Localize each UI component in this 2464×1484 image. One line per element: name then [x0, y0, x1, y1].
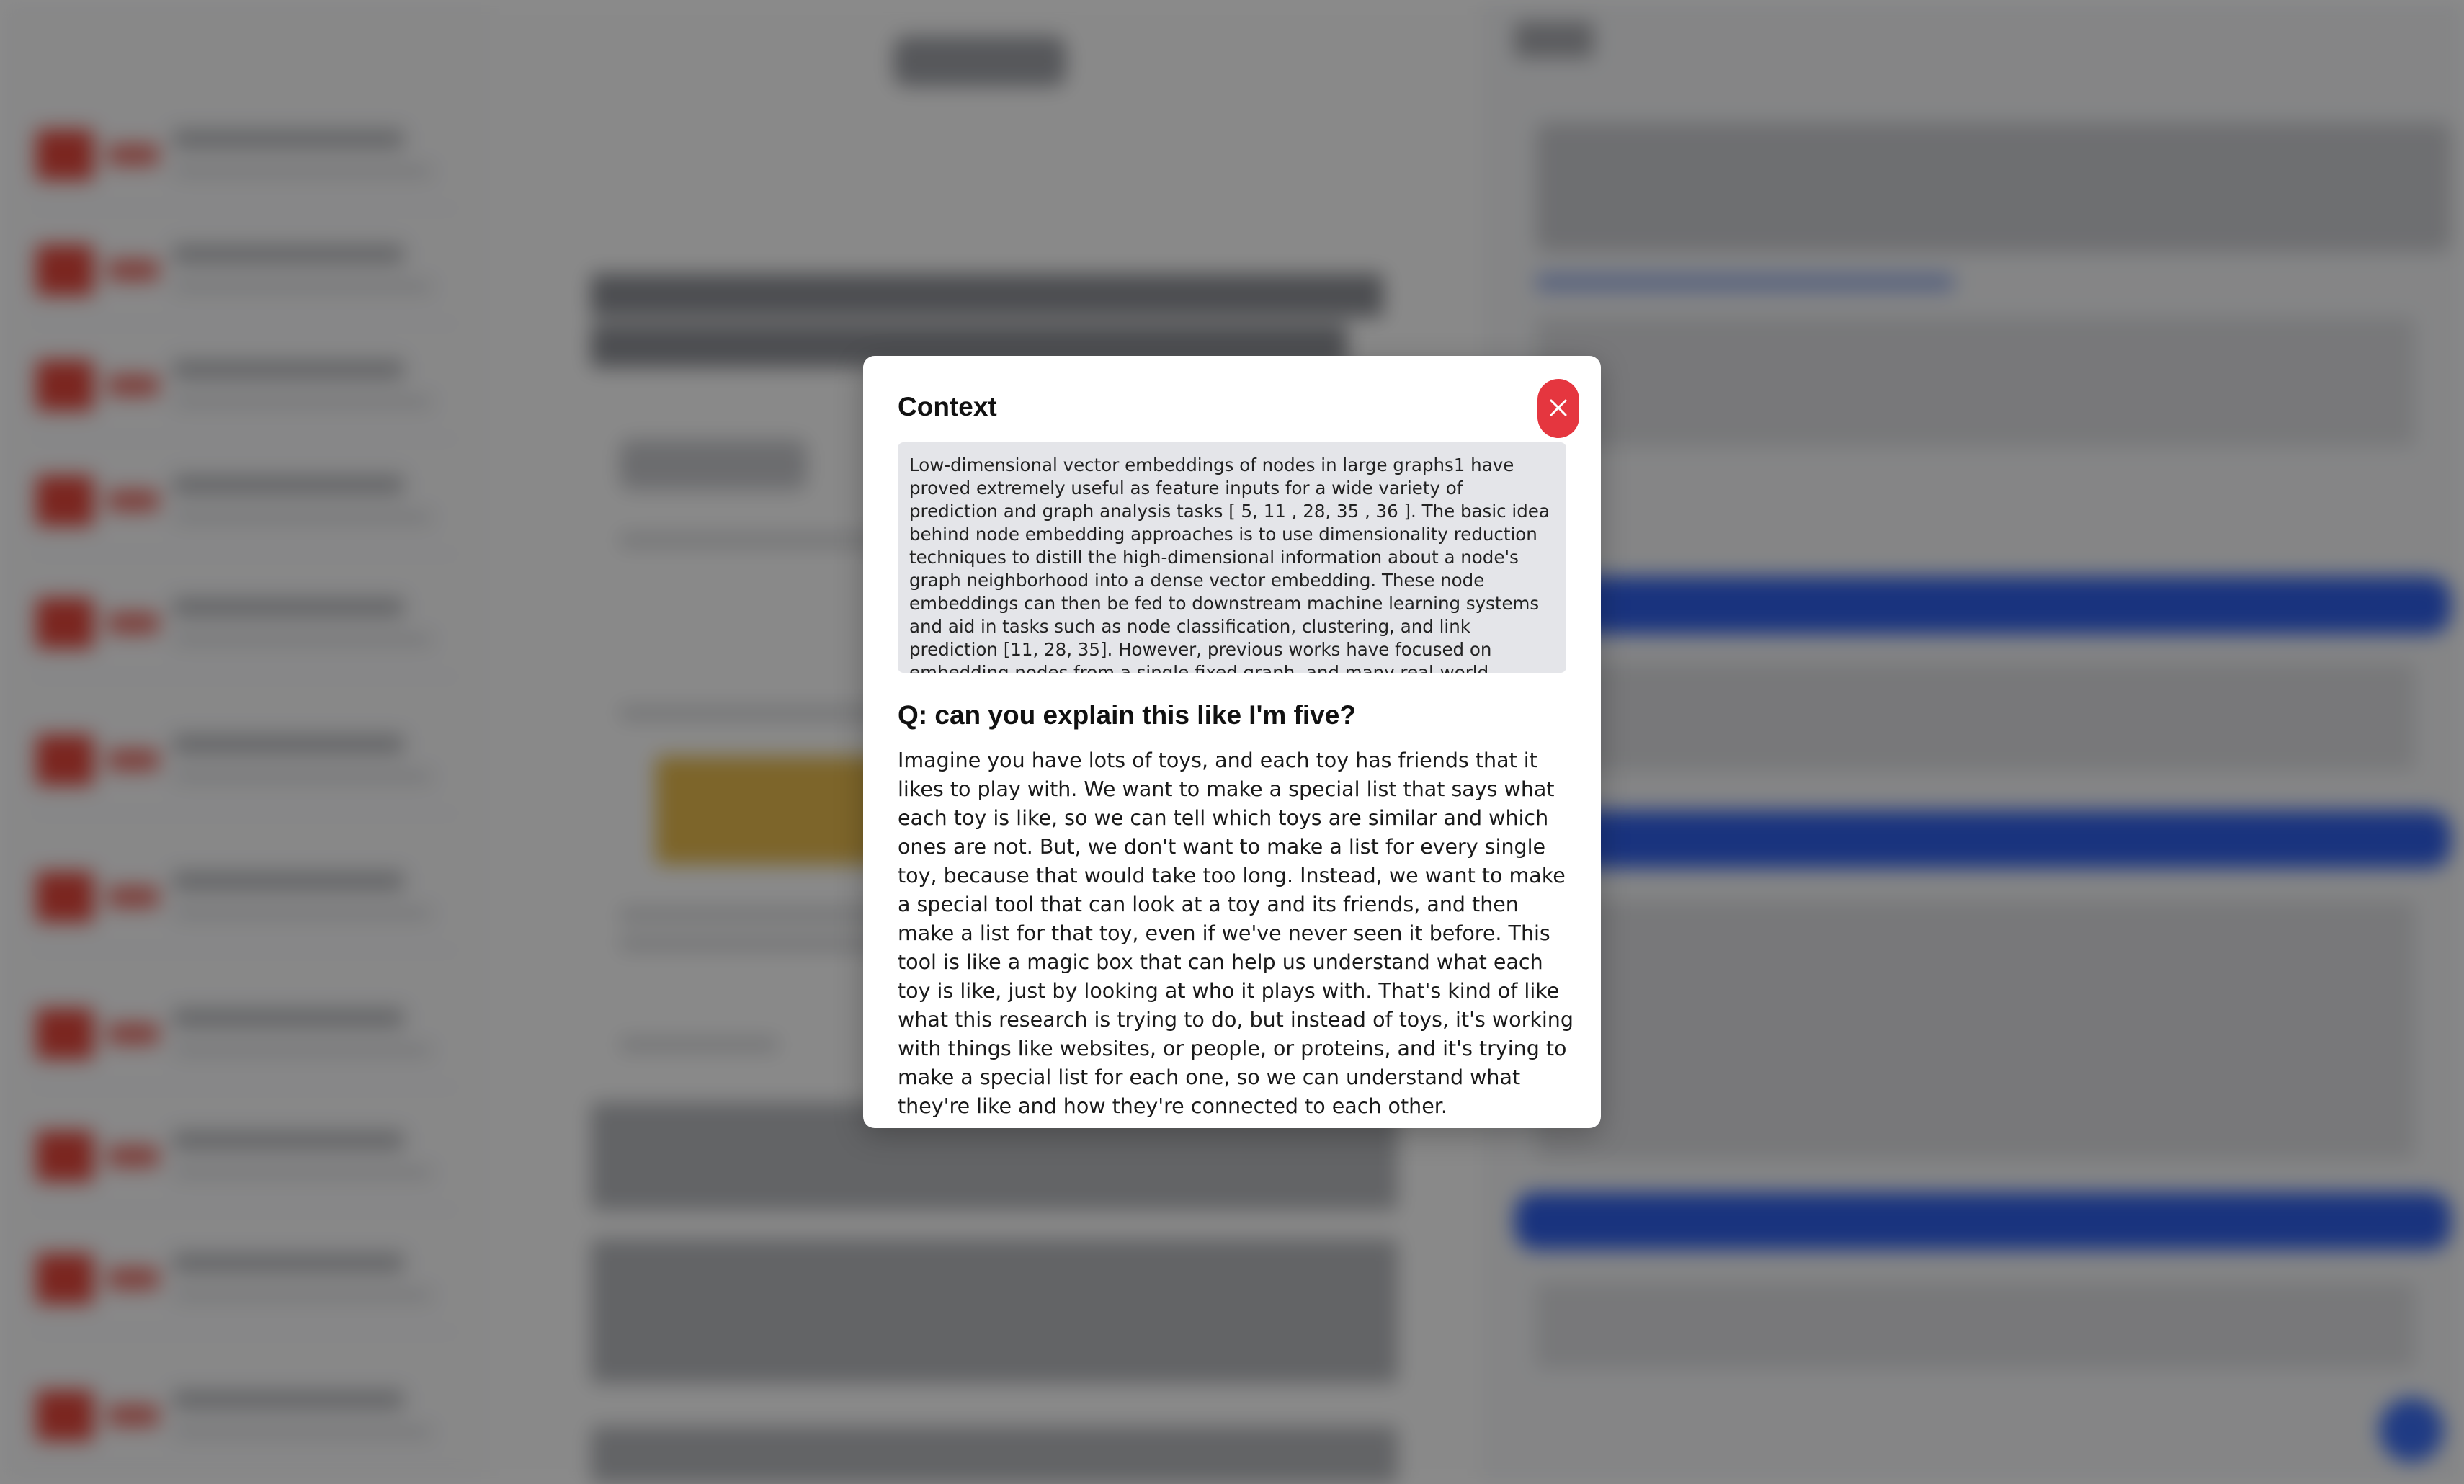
context-passage-text: Low-dimensional vector embeddings of nod…: [909, 455, 1550, 673]
question-heading: Q: can you explain this like I'm five?: [898, 700, 1356, 730]
modal-title: Context: [898, 392, 997, 421]
context-passage-box[interactable]: Low-dimensional vector embeddings of nod…: [898, 442, 1566, 673]
context-modal: Context Low-dimensional vector embedding…: [863, 356, 1601, 1128]
answer-text: Imagine you have lots of toys, and each …: [898, 748, 1574, 1118]
close-icon: [1549, 398, 1568, 419]
close-button[interactable]: [1537, 379, 1579, 438]
